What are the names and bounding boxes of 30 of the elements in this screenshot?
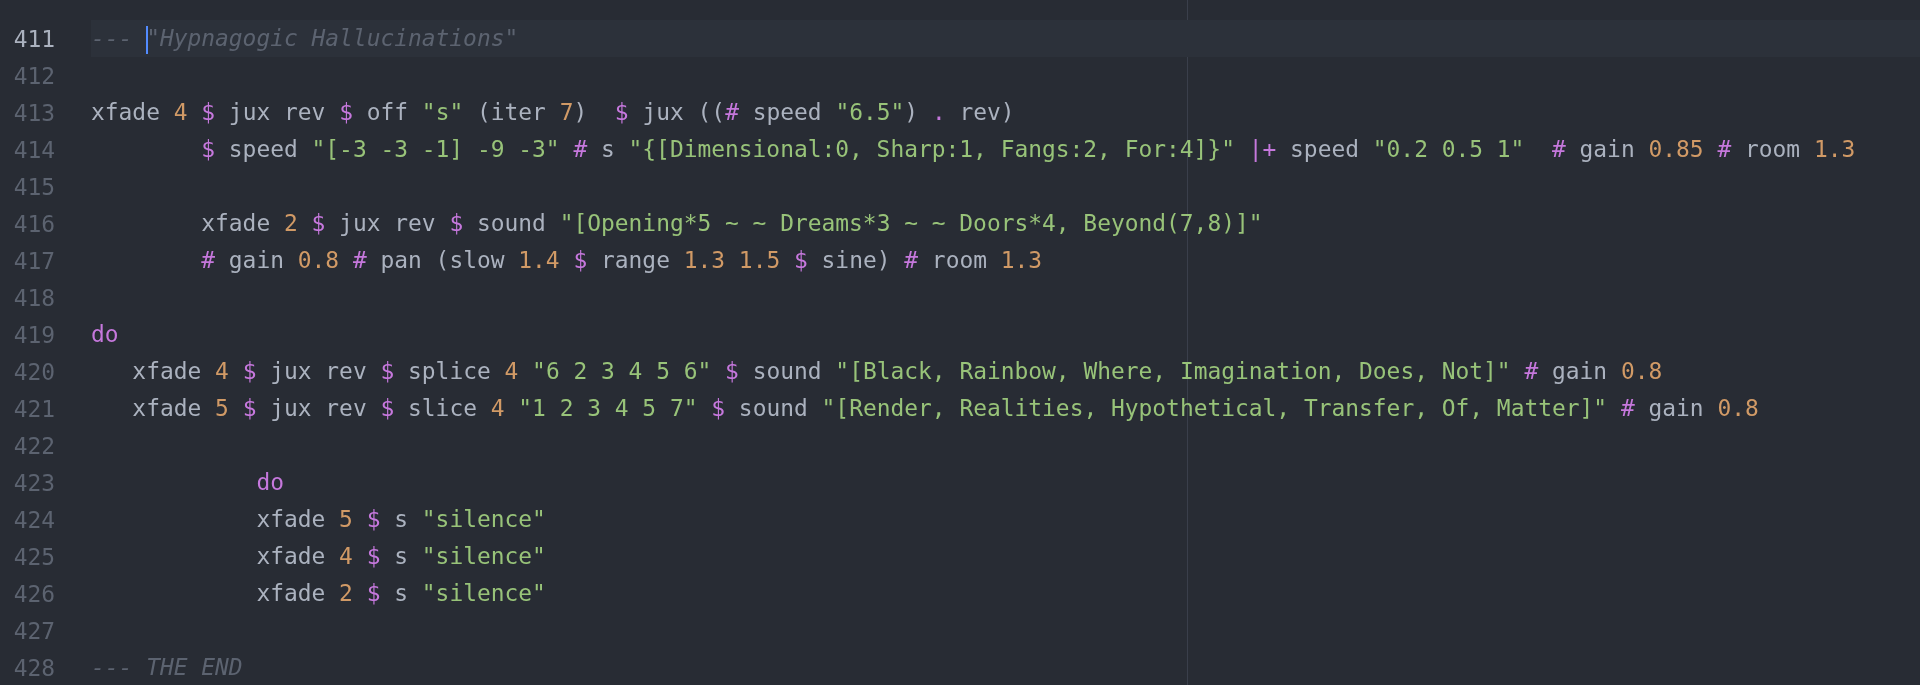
line-number: 414 [12, 136, 55, 163]
code-line: do [91, 320, 119, 349]
line-number: 411 [12, 25, 55, 52]
code-line: --- THE END [91, 653, 243, 682]
line-number: 417 [12, 247, 55, 274]
code-line: do [255, 468, 284, 497]
line-number: 416 [12, 210, 55, 237]
line-number: 415 [12, 173, 55, 200]
line-number: 427 [12, 617, 55, 644]
line-number: 420 [12, 358, 55, 385]
code-line: xfade 2 $ jux rev $ sound "[Opening*5 ~ ~ Dreams*3 ~ ~ Doors*4, Beyond(7,8)]" [200, 209, 1263, 238]
line-number: 412 [12, 62, 55, 89]
line-number: 428 [12, 654, 55, 681]
line-number: 418 [12, 284, 55, 311]
line-number: 426 [12, 580, 55, 607]
code-line: xfade 4 $ jux rev $ off "s" (iter 7) $ jux ((# speed "6.5") . rev) [91, 98, 1015, 127]
line-number: 421 [12, 395, 55, 422]
line-number: 422 [12, 432, 55, 459]
code-line: xfade 5 $ s "silence" [255, 505, 546, 534]
code-line: # gain 0.8 # pan (slow 1.4 $ range 1.3 1.5 $ sine) # room 1.3 [200, 246, 1043, 275]
line-number: 413 [12, 99, 55, 126]
code-line: xfade 5 $ jux rev $ slice 4 "1 2 3 4 5 7" $ sound "[Render, Realities, Hypothetical, Transfer, Of, Matter]" # gain 0.8 [131, 394, 1759, 423]
line-number: 423 [12, 469, 55, 496]
code-line: $ speed "[-3 -3 -1] -9 -3" # s "{[Dimensional:0, Sharp:1, Fangs:2, For:4]}" |+ speed "0.2 0.5 1" # gain 0.85 # room 1.3 [200, 135, 1856, 164]
line-number: 424 [12, 506, 55, 533]
line-number: 419 [12, 321, 55, 348]
code-line: xfade 4 $ s "silence" [255, 542, 546, 571]
code-line: xfade 2 $ s "silence" [255, 579, 546, 608]
line-number: 425 [12, 543, 55, 570]
code-line: xfade 4 $ jux rev $ splice 4 "6 2 3 4 5 6" $ sound "[Black, Rainbow, Where, Imagination, Does, Not]" # gain 0.8 [131, 357, 1663, 386]
